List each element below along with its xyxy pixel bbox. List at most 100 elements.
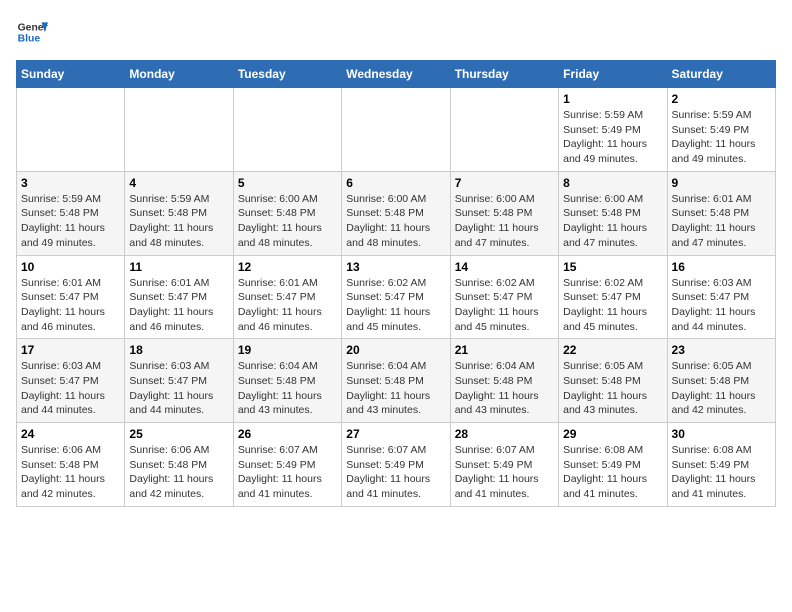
day-info: Sunrise: 6:00 AM Sunset: 5:48 PM Dayligh… [455,192,554,251]
weekday-header: Tuesday [233,61,341,88]
calendar-day-cell: 15 Sunrise: 6:02 AM Sunset: 5:47 PM Dayli… [559,255,667,339]
day-number: 9 [672,176,771,190]
day-number: 19 [238,343,337,357]
svg-text:Blue: Blue [18,34,41,45]
day-number: 6 [346,176,445,190]
weekday-header: Friday [559,61,667,88]
day-number: 4 [129,176,228,190]
day-number: 26 [238,427,337,441]
day-info: Sunrise: 6:07 AM Sunset: 5:49 PM Dayligh… [455,443,554,502]
calendar-day-cell: 29 Sunrise: 6:08 AM Sunset: 5:49 PM Dayli… [559,423,667,507]
day-info: Sunrise: 6:06 AM Sunset: 5:48 PM Dayligh… [21,443,120,502]
day-number: 10 [21,260,120,274]
calendar-day-cell: 27 Sunrise: 6:07 AM Sunset: 5:49 PM Dayli… [342,423,450,507]
day-number: 20 [346,343,445,357]
calendar-day-cell: 8 Sunrise: 6:00 AM Sunset: 5:48 PM Daylig… [559,171,667,255]
day-number: 16 [672,260,771,274]
day-info: Sunrise: 6:03 AM Sunset: 5:47 PM Dayligh… [672,276,771,335]
calendar-day-cell [342,88,450,172]
day-info: Sunrise: 6:08 AM Sunset: 5:49 PM Dayligh… [672,443,771,502]
day-info: Sunrise: 5:59 AM Sunset: 5:48 PM Dayligh… [21,192,120,251]
calendar-day-cell: 20 Sunrise: 6:04 AM Sunset: 5:48 PM Dayli… [342,339,450,423]
day-number: 13 [346,260,445,274]
day-info: Sunrise: 6:00 AM Sunset: 5:48 PM Dayligh… [563,192,662,251]
weekday-header: Thursday [450,61,558,88]
day-info: Sunrise: 6:05 AM Sunset: 5:48 PM Dayligh… [563,359,662,418]
calendar-day-cell: 4 Sunrise: 5:59 AM Sunset: 5:48 PM Daylig… [125,171,233,255]
day-number: 12 [238,260,337,274]
day-number: 1 [563,92,662,106]
calendar-day-cell: 3 Sunrise: 5:59 AM Sunset: 5:48 PM Daylig… [17,171,125,255]
day-number: 27 [346,427,445,441]
day-number: 29 [563,427,662,441]
day-info: Sunrise: 6:06 AM Sunset: 5:48 PM Dayligh… [129,443,228,502]
day-number: 18 [129,343,228,357]
day-info: Sunrise: 6:01 AM Sunset: 5:48 PM Dayligh… [672,192,771,251]
page-header: General Blue [16,16,776,48]
day-info: Sunrise: 6:07 AM Sunset: 5:49 PM Dayligh… [238,443,337,502]
day-number: 23 [672,343,771,357]
day-info: Sunrise: 6:04 AM Sunset: 5:48 PM Dayligh… [238,359,337,418]
day-number: 14 [455,260,554,274]
day-number: 15 [563,260,662,274]
weekday-header: Wednesday [342,61,450,88]
calendar-day-cell: 6 Sunrise: 6:00 AM Sunset: 5:48 PM Daylig… [342,171,450,255]
calendar-day-cell: 9 Sunrise: 6:01 AM Sunset: 5:48 PM Daylig… [667,171,775,255]
calendar-day-cell: 26 Sunrise: 6:07 AM Sunset: 5:49 PM Dayli… [233,423,341,507]
day-info: Sunrise: 6:03 AM Sunset: 5:47 PM Dayligh… [129,359,228,418]
day-info: Sunrise: 6:05 AM Sunset: 5:48 PM Dayligh… [672,359,771,418]
day-number: 24 [21,427,120,441]
day-number: 30 [672,427,771,441]
day-number: 7 [455,176,554,190]
calendar-day-cell: 22Sunrise: 6:05 AM Sunset: 5:48 PM Dayli… [559,339,667,423]
calendar-day-cell: 16 Sunrise: 6:03 AM Sunset: 5:47 PM Dayli… [667,255,775,339]
day-info: Sunrise: 6:02 AM Sunset: 5:47 PM Dayligh… [455,276,554,335]
calendar-week-row: 17 Sunrise: 6:03 AM Sunset: 5:47 PM Dayli… [17,339,776,423]
calendar-day-cell [125,88,233,172]
logo: General Blue [16,16,48,48]
day-number: 11 [129,260,228,274]
day-info: Sunrise: 5:59 AM Sunset: 5:49 PM Dayligh… [672,108,771,167]
calendar-day-cell: 30 Sunrise: 6:08 AM Sunset: 5:49 PM Dayli… [667,423,775,507]
day-info: Sunrise: 6:02 AM Sunset: 5:47 PM Dayligh… [563,276,662,335]
calendar-day-cell: 2Sunrise: 5:59 AM Sunset: 5:49 PM Daylig… [667,88,775,172]
calendar-day-cell: 18 Sunrise: 6:03 AM Sunset: 5:47 PM Dayli… [125,339,233,423]
calendar-day-cell: 12 Sunrise: 6:01 AM Sunset: 5:47 PM Dayli… [233,255,341,339]
calendar-table: SundayMondayTuesdayWednesdayThursdayFrid… [16,60,776,507]
calendar-day-cell: 24 Sunrise: 6:06 AM Sunset: 5:48 PM Dayli… [17,423,125,507]
day-number: 3 [21,176,120,190]
calendar-day-cell: 14 Sunrise: 6:02 AM Sunset: 5:47 PM Dayli… [450,255,558,339]
calendar-day-cell: 28 Sunrise: 6:07 AM Sunset: 5:49 PM Dayli… [450,423,558,507]
day-number: 28 [455,427,554,441]
calendar-day-cell: 21Sunrise: 6:04 AM Sunset: 5:48 PM Dayli… [450,339,558,423]
calendar-day-cell: 19 Sunrise: 6:04 AM Sunset: 5:48 PM Dayli… [233,339,341,423]
day-info: Sunrise: 6:00 AM Sunset: 5:48 PM Dayligh… [238,192,337,251]
weekday-header: Sunday [17,61,125,88]
day-info: Sunrise: 6:08 AM Sunset: 5:49 PM Dayligh… [563,443,662,502]
day-info: Sunrise: 5:59 AM Sunset: 5:48 PM Dayligh… [129,192,228,251]
calendar-day-cell: 7 Sunrise: 6:00 AM Sunset: 5:48 PM Daylig… [450,171,558,255]
calendar-week-row: 10 Sunrise: 6:01 AM Sunset: 5:47 PM Dayli… [17,255,776,339]
day-info: Sunrise: 6:07 AM Sunset: 5:49 PM Dayligh… [346,443,445,502]
calendar-day-cell: 23 Sunrise: 6:05 AM Sunset: 5:48 PM Dayli… [667,339,775,423]
calendar-day-cell: 5 Sunrise: 6:00 AM Sunset: 5:48 PM Daylig… [233,171,341,255]
day-number: 17 [21,343,120,357]
calendar-day-cell [450,88,558,172]
weekday-header: Saturday [667,61,775,88]
calendar-day-cell [17,88,125,172]
logo-icon: General Blue [16,16,48,48]
day-info: Sunrise: 6:00 AM Sunset: 5:48 PM Dayligh… [346,192,445,251]
day-info: Sunrise: 6:01 AM Sunset: 5:47 PM Dayligh… [129,276,228,335]
calendar-day-cell: 11 Sunrise: 6:01 AM Sunset: 5:47 PM Dayli… [125,255,233,339]
calendar-day-cell: 13Sunrise: 6:02 AM Sunset: 5:47 PM Dayli… [342,255,450,339]
calendar-day-cell: 1Sunrise: 5:59 AM Sunset: 5:49 PM Daylig… [559,88,667,172]
day-number: 25 [129,427,228,441]
day-number: 8 [563,176,662,190]
day-info: Sunrise: 6:04 AM Sunset: 5:48 PM Dayligh… [346,359,445,418]
calendar-day-cell: 17Sunrise: 6:03 AM Sunset: 5:47 PM Dayli… [17,339,125,423]
day-number: 5 [238,176,337,190]
calendar-week-row: 3 Sunrise: 5:59 AM Sunset: 5:48 PM Daylig… [17,171,776,255]
day-info: Sunrise: 6:01 AM Sunset: 5:47 PM Dayligh… [238,276,337,335]
calendar-header-row: SundayMondayTuesdayWednesdayThursdayFrid… [17,61,776,88]
calendar-week-row: 24 Sunrise: 6:06 AM Sunset: 5:48 PM Dayli… [17,423,776,507]
